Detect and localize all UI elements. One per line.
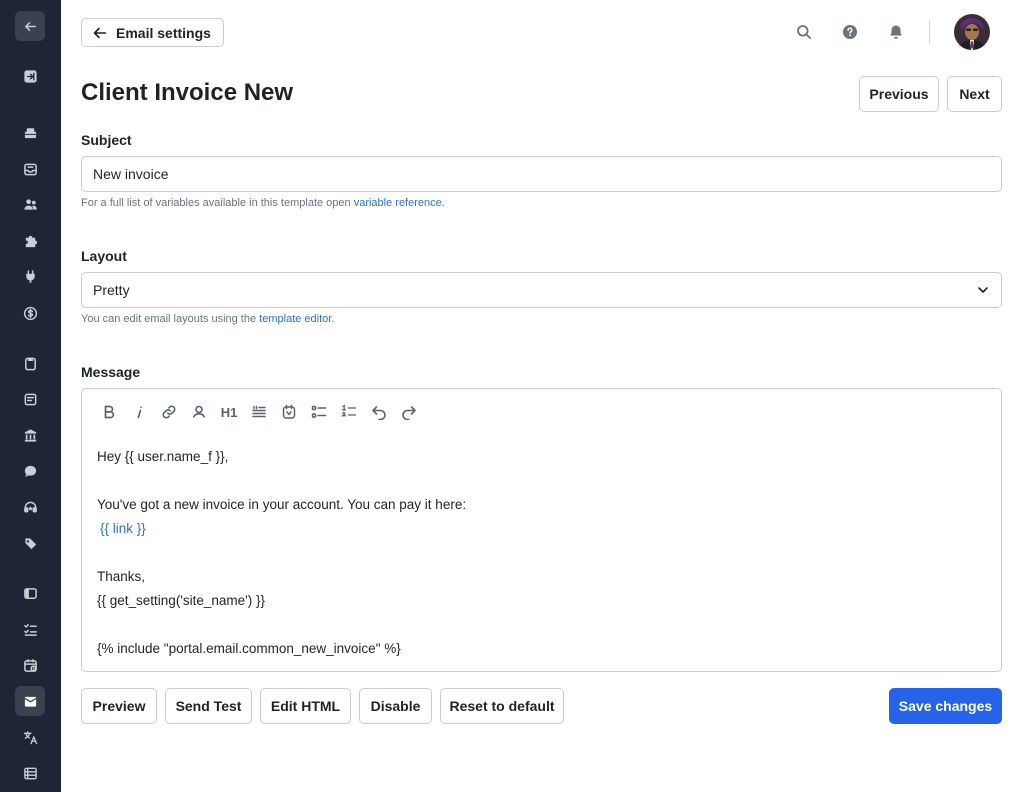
bold-icon[interactable] xyxy=(94,402,124,422)
plug-icon[interactable] xyxy=(15,261,45,291)
document-icon[interactable] xyxy=(15,384,45,414)
layout-help: You can edit email layouts using the tem… xyxy=(81,313,334,325)
redo-icon[interactable] xyxy=(394,402,424,422)
arrow-left-icon xyxy=(93,27,107,38)
list-icon[interactable] xyxy=(15,758,45,788)
layout-icon[interactable] xyxy=(15,578,45,608)
subject-label: Subject xyxy=(81,132,132,148)
numbered-list-icon[interactable] xyxy=(334,402,364,422)
subject-help: For a full list of variables available i… xyxy=(81,197,445,209)
variable-icon[interactable] xyxy=(274,402,304,422)
disable-button[interactable]: Disable xyxy=(359,688,432,724)
translate-icon[interactable] xyxy=(15,722,45,752)
calendar-icon[interactable] xyxy=(15,650,45,680)
back-arrow-icon[interactable] xyxy=(15,11,45,41)
inbox-icon[interactable] xyxy=(15,154,45,184)
link-icon[interactable] xyxy=(154,402,184,422)
undo-icon[interactable] xyxy=(364,402,394,422)
greeting-line: Hey {{ user.name_f }}, xyxy=(97,449,229,464)
user-icon[interactable] xyxy=(184,402,214,422)
tag-icon[interactable] xyxy=(15,528,45,558)
checklist-icon[interactable] xyxy=(15,614,45,644)
thanks-line: Thanks, xyxy=(97,569,146,584)
edit-html-button[interactable]: Edit HTML xyxy=(260,688,351,724)
page-title: Client Invoice New xyxy=(81,79,294,106)
layout-help-text: You can edit email layouts using the xyxy=(81,313,257,325)
subject-help-suffix: . xyxy=(441,197,445,209)
send-test-button[interactable]: Send Test xyxy=(165,688,252,724)
bell-icon[interactable] xyxy=(886,22,906,42)
heading-button[interactable]: H1 xyxy=(214,402,244,422)
chevron-down-icon xyxy=(978,287,988,293)
editor-content[interactable]: Hey {{ user.name_f }}, You've got a new … xyxy=(97,445,466,661)
site-name-line: {{ get_setting('site_name') }} xyxy=(97,593,266,608)
layout-select[interactable]: Pretty xyxy=(81,272,1002,308)
preview-button[interactable]: Preview xyxy=(81,688,157,724)
layout-help-suffix: . xyxy=(331,313,335,325)
reset-to-default-button[interactable]: Reset to default xyxy=(440,688,564,724)
dollar-icon[interactable] xyxy=(15,298,45,328)
bank-icon[interactable] xyxy=(15,420,45,450)
collapse-icon[interactable] xyxy=(15,61,45,91)
italic-icon[interactable] xyxy=(124,402,154,422)
help-icon[interactable] xyxy=(840,22,860,42)
puzzle-icon[interactable] xyxy=(15,226,45,256)
back-button[interactable]: Email settings xyxy=(81,18,224,47)
variable-reference-link[interactable]: variable reference xyxy=(354,197,442,209)
back-button-label: Email settings xyxy=(116,24,211,41)
layout-select-value: Pretty xyxy=(93,282,130,298)
sidebar xyxy=(0,0,61,792)
email-icon[interactable] xyxy=(15,686,45,716)
previous-button[interactable]: Previous xyxy=(859,76,939,112)
message-label: Message xyxy=(81,364,141,380)
clipboard-icon[interactable] xyxy=(15,348,45,378)
include-line: {% include "portal.email.common_new_invo… xyxy=(97,641,401,656)
quote-icon[interactable] xyxy=(244,402,274,422)
template-editor-link[interactable]: template editor xyxy=(259,313,331,325)
cake-icon[interactable] xyxy=(15,117,45,147)
save-changes-button[interactable]: Save changes xyxy=(889,688,1002,724)
bullet-list-icon[interactable] xyxy=(304,402,334,422)
link-variable[interactable]: {{ link }} xyxy=(97,517,466,541)
users-icon[interactable] xyxy=(15,189,45,219)
subject-help-text: For a full list of variables available i… xyxy=(81,197,351,209)
avatar[interactable] xyxy=(954,14,990,50)
message-editor[interactable]: H1 Hey {{ user.name_f }}, You've got a n… xyxy=(81,388,1002,672)
chat-icon[interactable] xyxy=(15,456,45,486)
subject-input[interactable]: New invoice xyxy=(81,156,1002,192)
next-button[interactable]: Next xyxy=(947,76,1002,112)
search-icon[interactable] xyxy=(794,22,814,42)
support-icon[interactable] xyxy=(15,492,45,522)
header-divider xyxy=(929,20,930,44)
subject-input-value: New invoice xyxy=(93,166,169,182)
editor-toolbar: H1 xyxy=(94,402,424,422)
layout-label: Layout xyxy=(81,248,127,264)
body-line: You've got a new invoice in your account… xyxy=(97,497,467,512)
